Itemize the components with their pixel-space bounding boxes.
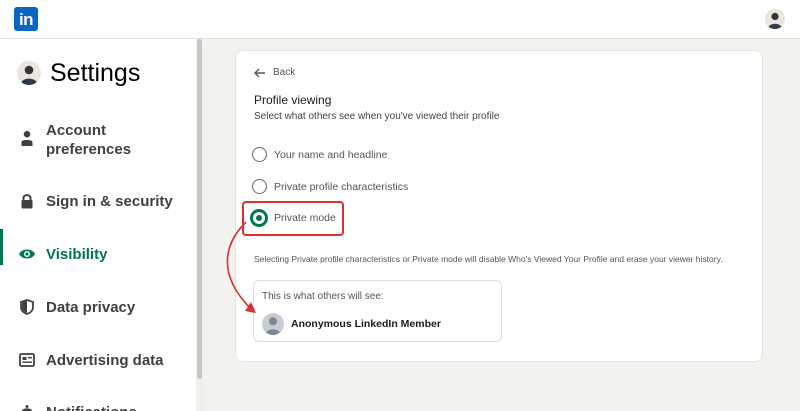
page-title: Settings [50,58,141,87]
sidebar-item-label: Data privacy [46,299,136,316]
back-button[interactable]: Back [254,67,295,78]
option-label: Private profile characteristics [274,180,409,193]
annotation-highlight-box [242,201,344,236]
sidebar-item-label: Advertising data [46,352,164,369]
top-nav-bar: in [0,0,800,39]
newspaper-icon [18,351,36,369]
sidebar-item-account-preferences[interactable]: Account preferences [0,122,196,169]
sidebar-item-label: Sign in & security [46,193,173,210]
sidebar-item-label: Visibility [46,246,108,263]
person-icon [18,129,36,147]
anonymous-avatar-icon [262,313,284,335]
shield-icon [18,298,36,316]
sidebar-item-notifications[interactable]: Notifications [0,403,196,411]
preview-member: Anonymous LinkedIn Member [262,313,441,335]
section-subtitle: Select what others see when you've viewe… [254,111,500,122]
preview-box: This is what others will see: Anonymous … [253,280,502,342]
user-avatar[interactable] [765,9,785,29]
settings-sidebar: Settings Account preferences Sign in & s… [0,39,203,411]
lock-icon [18,192,36,210]
sidebar-item-advertising-data[interactable]: Advertising data [0,351,196,371]
radio-button[interactable] [252,179,267,194]
bell-icon [18,403,36,411]
settings-header: Settings [17,56,140,90]
preview-label: This is what others will see: [262,291,384,302]
sidebar-item-label: Account preferences [46,122,132,158]
sidebar-item-sign-in-security[interactable]: Sign in & security [0,192,196,212]
sidebar-item-visibility[interactable]: Visibility [0,229,196,265]
radio-button[interactable] [252,147,267,162]
sidebar-item-data-privacy[interactable]: Data privacy [0,298,196,318]
section-title: Profile viewing [254,93,332,107]
eye-icon [18,245,36,263]
arrow-left-icon [254,68,265,77]
anonymous-member-name: Anonymous LinkedIn Member [291,318,441,330]
option-label: Your name and headline [274,148,388,161]
avatar [17,61,41,85]
linkedin-logo[interactable]: in [14,7,38,31]
option-name-headline[interactable]: Your name and headline [252,147,387,162]
disclaimer-text: Selecting Private profile characteristic… [254,254,723,264]
sidebar-scrollbar-thumb[interactable] [197,39,202,379]
option-private-characteristics[interactable]: Private profile characteristics [252,179,408,194]
back-label: Back [273,67,296,78]
sidebar-item-label: Notifications [46,403,137,411]
